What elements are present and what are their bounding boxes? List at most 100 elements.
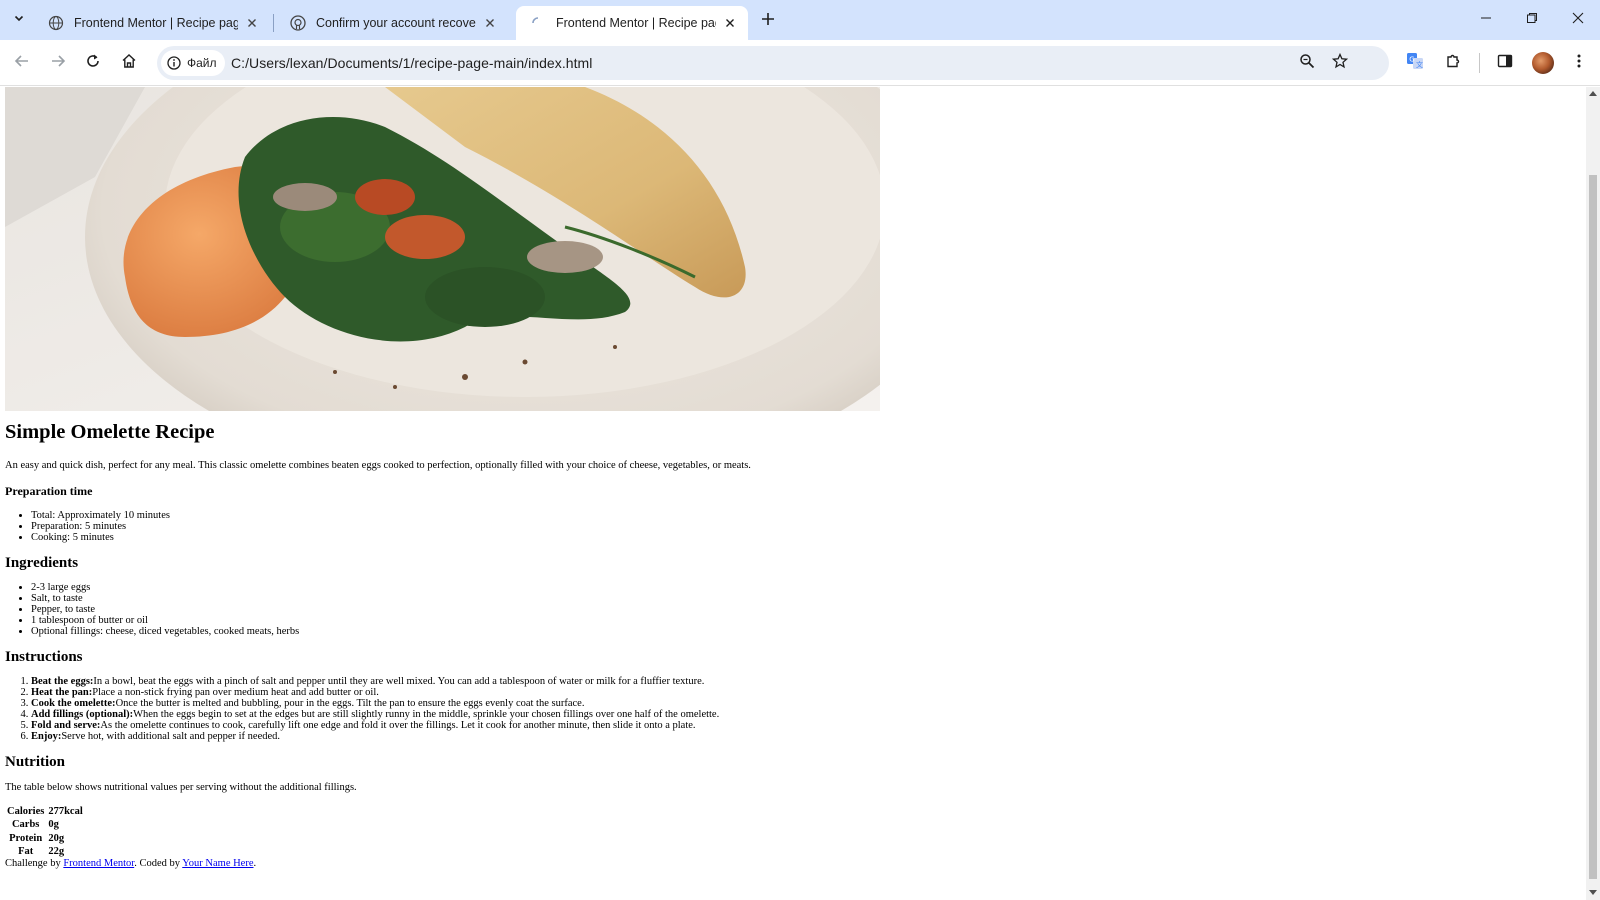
translate-button[interactable]: G文 (1399, 47, 1431, 79)
close-icon[interactable] (244, 15, 260, 31)
chevron-down-icon (13, 11, 25, 29)
frontend-mentor-link[interactable]: Frontend Mentor (63, 858, 134, 869)
nutrition-heading: Nutrition (5, 754, 65, 770)
step-text: As the omelette continues to cook, caref… (100, 720, 696, 731)
tab-recipe-page-active[interactable]: Frontend Mentor | Recipe page (516, 6, 748, 40)
step-title: Enjoy: (31, 731, 62, 742)
nutrition-table: Calories 277kcal Carbs 0g Protein 20g Fat 22… (5, 805, 85, 858)
svg-text:文: 文 (1416, 60, 1423, 69)
tab-confirm-recovery[interactable]: Confirm your account recovery (276, 6, 508, 40)
browser-toolbar: Файл C:/Users/lexan/Documents/1/recipe-p… (0, 40, 1600, 86)
ingredients-list: 2-3 large eggs Salt, to taste Pepper, to… (5, 582, 1105, 637)
step-text: When the eggs begin to set at the edges … (133, 709, 720, 720)
translate-icon: G文 (1406, 52, 1424, 75)
reload-button[interactable] (77, 47, 109, 79)
list-item: Preparation: 5 minutes (31, 521, 1105, 532)
globe-icon (48, 15, 64, 31)
list-item: 2-3 large eggs (31, 582, 1105, 593)
nutrition-value: 22g (48, 845, 65, 857)
extensions-button[interactable] (1437, 47, 1469, 79)
list-item: Salt, to taste (31, 593, 1105, 604)
nutrition-label: Protein (9, 832, 43, 844)
page-scrollbar[interactable] (1586, 87, 1600, 900)
more-vertical-icon (1577, 53, 1581, 74)
nutrition-label: Fat (18, 845, 34, 857)
star-icon (1331, 52, 1349, 74)
table-row: Protein 20g (5, 832, 85, 845)
nutrition-description: The table below shows nutritional values… (5, 782, 357, 793)
close-window-button[interactable] (1555, 0, 1600, 40)
tab-search-button[interactable] (7, 8, 31, 32)
tab-recipe-page-1[interactable]: Frontend Mentor | Recipe page (34, 6, 270, 40)
side-panel-button[interactable] (1489, 47, 1521, 79)
table-row: Calories 277kcal (5, 805, 85, 818)
github-icon (290, 15, 306, 31)
puzzle-icon (1445, 53, 1461, 74)
step-text: Place a non-stick frying pan over medium… (92, 687, 379, 698)
list-item: Enjoy:Serve hot, with additional salt an… (31, 731, 1105, 742)
tab-title: Frontend Mentor | Recipe page (556, 16, 716, 30)
list-item: 1 tablespoon of butter or oil (31, 615, 1105, 626)
tab-title: Frontend Mentor | Recipe page (74, 16, 238, 30)
omelette-photo (5, 87, 880, 411)
list-item: Pepper, to taste (31, 604, 1105, 615)
author-link[interactable]: Your Name Here (182, 858, 253, 869)
new-tab-button[interactable] (756, 9, 780, 33)
step-title: Fold and serve: (31, 720, 101, 731)
forward-button[interactable] (42, 47, 74, 79)
home-button[interactable] (113, 47, 145, 79)
restore-button[interactable] (1509, 0, 1555, 40)
site-info-chip[interactable]: Файл (161, 50, 225, 76)
list-item: Cooking: 5 minutes (31, 532, 1105, 543)
nutrition-value: 277kcal (48, 806, 83, 817)
restore-icon (1526, 11, 1538, 29)
zoom-button[interactable] (1295, 51, 1319, 75)
instructions-heading: Instructions (5, 649, 83, 665)
menu-button[interactable] (1563, 47, 1595, 79)
list-item: Optional fillings: cheese, diced vegetab… (31, 626, 1105, 637)
ingredients-heading: Ingredients (5, 555, 79, 571)
footer-suffix: . (253, 858, 257, 870)
recipe-content: Simple Omelette Recipe An easy and quick… (5, 420, 1105, 870)
back-button[interactable] (6, 47, 38, 79)
profile-avatar[interactable] (1532, 52, 1554, 74)
nutrition-label: Calories (7, 806, 45, 817)
minimize-button[interactable] (1463, 0, 1509, 40)
table-row: Carbs 0g (5, 818, 85, 831)
scroll-up-arrow-icon[interactable] (1589, 89, 1597, 97)
tab-title: Confirm your account recovery (316, 16, 476, 30)
prep-heading: Preparation time (5, 484, 93, 498)
nutrition-value: 0g (48, 819, 59, 831)
table-row: Fat 22g (5, 845, 85, 858)
list-item: Cook the omelette:Once the butter is mel… (31, 698, 1105, 709)
address-bar[interactable]: Файл C:/Users/lexan/Documents/1/recipe-p… (157, 46, 1389, 80)
plus-icon (761, 12, 775, 31)
page-viewport: Simple Omelette Recipe An easy and quick… (0, 87, 1586, 900)
arrow-left-icon (14, 53, 30, 74)
reload-icon (85, 53, 101, 74)
url-text[interactable]: C:/Users/lexan/Documents/1/recipe-page-m… (231, 55, 592, 71)
svg-text:G: G (1409, 55, 1414, 63)
nutrition-value: 20g (48, 832, 65, 844)
close-icon[interactable] (482, 15, 498, 31)
step-text: Once the butter is melted and bubbling, … (115, 698, 585, 709)
close-icon (1572, 11, 1584, 29)
step-text: In a bowl, beat the eggs with a pinch of… (93, 676, 705, 687)
toolbar-divider (1479, 53, 1480, 73)
prep-list: Total: Approximately 10 minutes Preparat… (5, 510, 1105, 543)
instructions-list: Beat the eggs:In a bowl, beat the eggs w… (5, 676, 1105, 742)
scroll-down-arrow-icon[interactable] (1589, 889, 1597, 897)
nutrition-label: Carbs (11, 819, 40, 831)
side-panel-icon (1497, 53, 1513, 74)
list-item: Beat the eggs:In a bowl, beat the eggs w… (31, 676, 1105, 687)
close-icon[interactable] (722, 15, 738, 31)
list-item: Fold and serve:As the omelette continues… (31, 720, 1105, 731)
bookmark-button[interactable] (1328, 51, 1352, 75)
attribution-footer: Challenge by Frontend Mentor. Coded by Y… (5, 858, 1105, 870)
step-text: Serve hot, with additional salt and pepp… (61, 731, 281, 742)
step-title: Cook the omelette: (31, 698, 116, 709)
scrollbar-thumb[interactable] (1589, 175, 1597, 879)
loading-icon (530, 15, 546, 31)
step-title: Add fillings (optional): (31, 709, 134, 720)
step-title: Heat the pan: (31, 687, 93, 698)
